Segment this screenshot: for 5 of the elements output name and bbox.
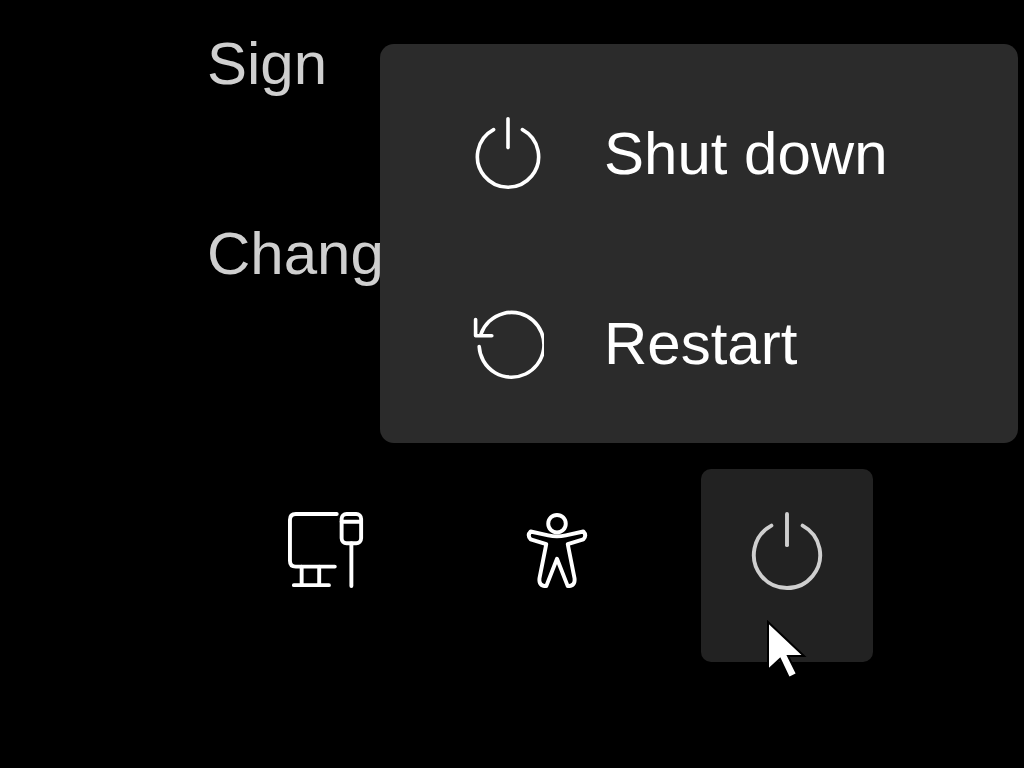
option-link[interactable]: Sign	[207, 28, 328, 100]
power-button[interactable]	[701, 469, 873, 662]
network-icon	[288, 511, 366, 590]
menu-item[interactable]: Shut down	[380, 58, 1018, 248]
menu-item[interactable]: Restart	[380, 248, 1018, 438]
